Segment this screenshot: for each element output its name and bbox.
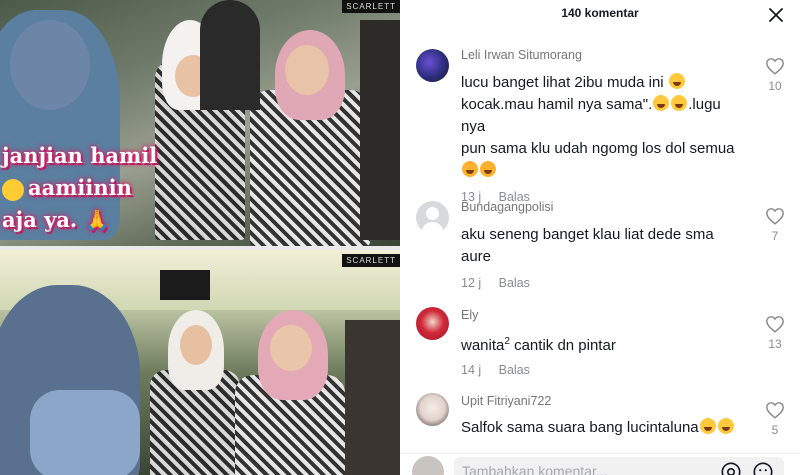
- like-count: 13: [768, 337, 782, 351]
- comment-text: wanita2 cantik dn pintar: [461, 336, 616, 354]
- joy-emoji-icon: [717, 418, 734, 434]
- praying-hands-icon: 🙏: [84, 208, 110, 232]
- caption-line-2: aamiinin: [0, 172, 170, 204]
- joy-emoji-icon: [671, 95, 688, 111]
- comment-time: 12 j: [461, 276, 482, 290]
- heart-outline-icon[interactable]: [765, 401, 785, 419]
- smiling-hearts-emoji-icon: [480, 161, 496, 177]
- comment-username[interactable]: Ely: [461, 307, 746, 323]
- comment-count-title: 140 komentar: [561, 6, 639, 20]
- like-count: 5: [771, 423, 779, 437]
- comment-composer: Tambahkan komentar...: [400, 453, 800, 475]
- caption-line-3: aja ya. 🙏: [2, 207, 110, 232]
- comment-input[interactable]: Tambahkan komentar...: [454, 457, 784, 475]
- comment-text: aku seneng banget klau liat dede sma aur…: [461, 226, 714, 265]
- watermark-top: SCARLETT: [342, 0, 400, 13]
- heart-outline-icon[interactable]: [765, 207, 785, 225]
- grinning-face-icon: [2, 178, 24, 201]
- like-button[interactable]: 7: [764, 207, 786, 243]
- like-button[interactable]: 5: [764, 401, 786, 437]
- like-count: 10: [768, 79, 782, 93]
- reply-button[interactable]: Balas: [499, 363, 530, 377]
- reply-button[interactable]: Balas: [499, 276, 530, 290]
- comment-meta: 12 j Balas: [461, 276, 746, 290]
- comment-text: lucu banget lihat 2ibu muda ini kocak.ma…: [461, 72, 746, 182]
- comments-panel: 140 komentar Leli Irwan Situmorang lucu …: [400, 0, 800, 475]
- heart-outline-icon[interactable]: [765, 57, 785, 75]
- like-button[interactable]: 10: [764, 57, 786, 93]
- joy-emoji-icon: [653, 95, 670, 111]
- comment-input-placeholder: Tambahkan komentar...: [462, 463, 608, 475]
- heart-outline-icon[interactable]: [765, 315, 785, 333]
- at-mention-icon[interactable]: [720, 461, 742, 475]
- avatar[interactable]: [416, 393, 449, 426]
- joy-emoji-icon: [699, 418, 716, 434]
- smiling-hearts-emoji-icon: [462, 161, 478, 177]
- comment-username[interactable]: Upit Fitriyani722: [461, 393, 746, 409]
- comment-username[interactable]: Leli Irwan Situmorang: [461, 47, 746, 63]
- video-frame-top: janjian hamil aamiinin aja ya. 🙏 SCARLET…: [0, 0, 400, 246]
- emoji-icon[interactable]: [752, 461, 774, 475]
- avatar[interactable]: [416, 307, 449, 340]
- like-count: 7: [771, 229, 779, 243]
- comment-text: Salfok sama suara bang lucintaluna: [461, 417, 746, 439]
- comment-meta: 14 j Balas: [461, 363, 746, 377]
- comment-time: 14 j: [461, 363, 482, 377]
- close-icon[interactable]: [768, 7, 784, 23]
- comments-header: 140 komentar: [400, 0, 800, 30]
- avatar[interactable]: [416, 201, 449, 234]
- avatar[interactable]: [416, 49, 449, 82]
- grin-emoji-icon: [668, 73, 685, 89]
- watermark-bottom: SCARLETT: [342, 254, 400, 267]
- current-user-avatar: [412, 456, 444, 475]
- video-player[interactable]: janjian hamil aamiinin aja ya. 🙏 SCARLET…: [0, 0, 400, 475]
- video-caption: janjian hamil aamiinin aja ya. 🙏: [0, 140, 170, 236]
- like-button[interactable]: 13: [764, 315, 786, 351]
- video-frame-bottom: SCARLETT: [0, 250, 400, 475]
- comment-username[interactable]: Bundagangpolisi: [461, 199, 746, 215]
- caption-line-1: janjian hamil: [2, 143, 158, 168]
